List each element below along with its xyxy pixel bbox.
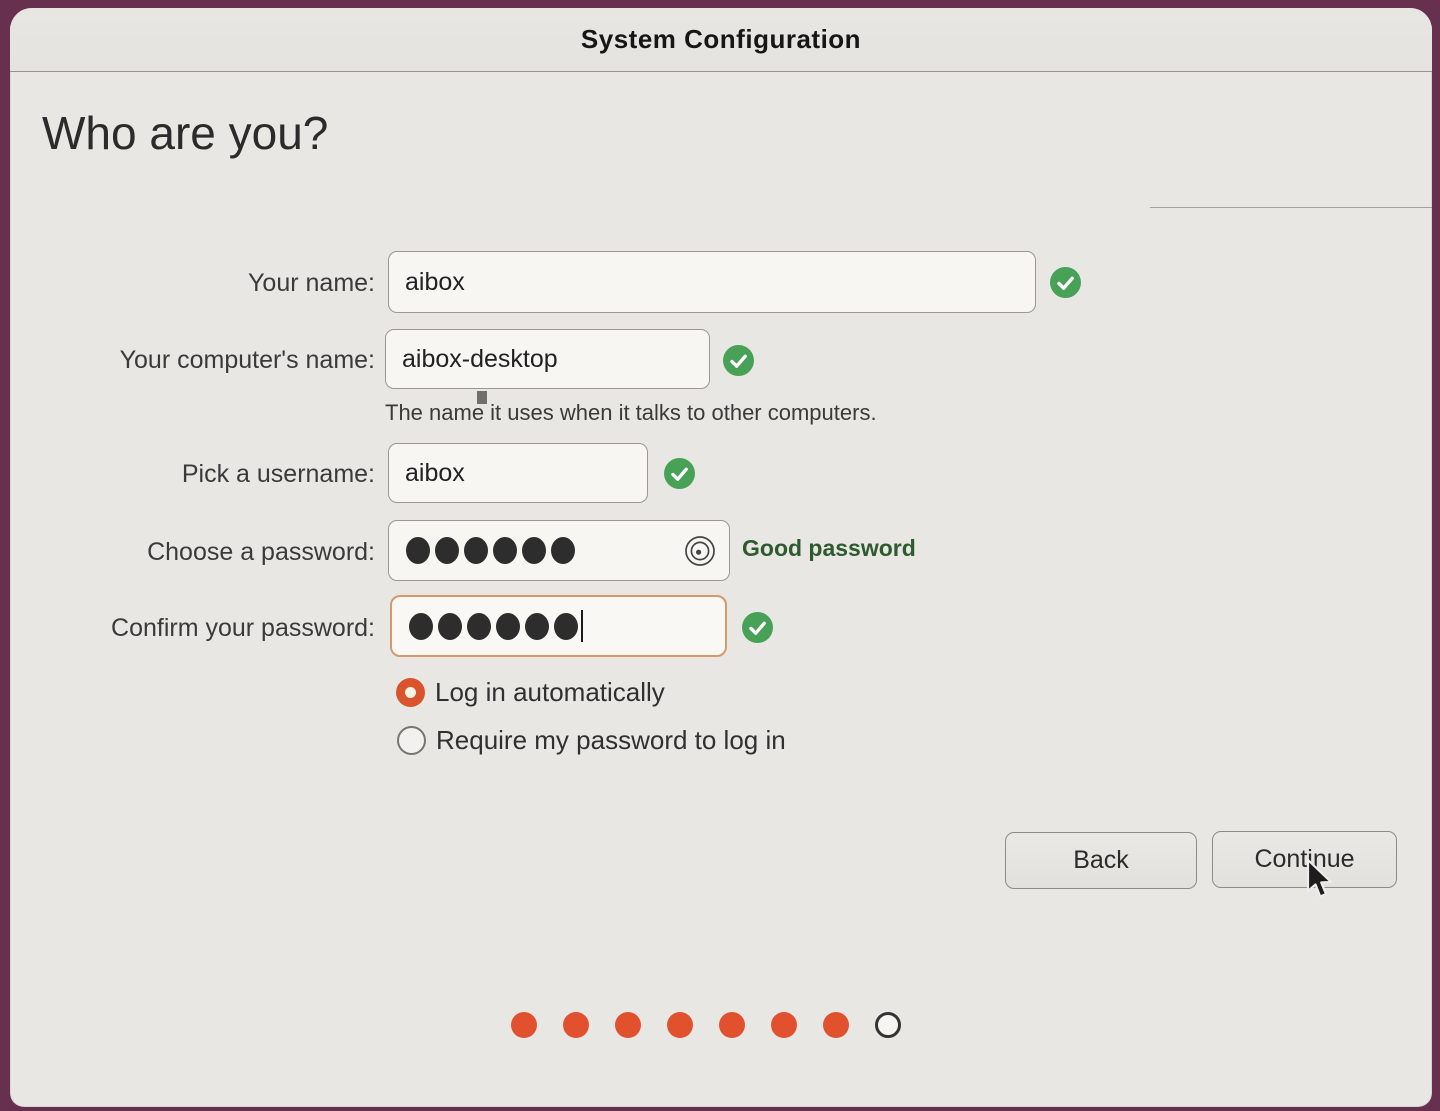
your-name-label: Your name:: [10, 267, 375, 299]
continue-button[interactable]: Continue: [1212, 831, 1397, 888]
password-input[interactable]: [388, 520, 730, 581]
username-valid-check-icon: [664, 458, 695, 489]
progress-dot: [823, 1012, 849, 1038]
text-caret: [581, 610, 583, 642]
login-automatically-option[interactable]: Log in automatically: [396, 677, 665, 708]
computer-name-label: Your computer's name:: [10, 344, 375, 376]
page-title: Who are you?: [42, 106, 328, 160]
radio-unselected-icon[interactable]: [397, 726, 426, 755]
radio-selected-icon[interactable]: [396, 678, 425, 707]
installer-window: System Configuration Who are you? Your n…: [10, 8, 1432, 1107]
progress-dot: [719, 1012, 745, 1038]
confirm-password-dots: [409, 613, 578, 640]
progress-dot: [615, 1012, 641, 1038]
content-pane-divider: [1150, 207, 1432, 208]
progress-dot: [771, 1012, 797, 1038]
username-input[interactable]: [388, 443, 648, 503]
require-password-label: Require my password to log in: [436, 725, 786, 756]
window-title: System Configuration: [581, 24, 861, 55]
computer-name-helper-text: The name it uses when it talks to other …: [385, 400, 877, 426]
your-name-input[interactable]: [388, 251, 1036, 313]
progress-dot: [667, 1012, 693, 1038]
require-password-option[interactable]: Require my password to log in: [397, 725, 786, 756]
login-automatically-label: Log in automatically: [435, 677, 665, 708]
computer-name-input[interactable]: [385, 329, 710, 389]
password-label: Choose a password:: [10, 536, 375, 568]
install-progress-dots: [511, 1012, 901, 1038]
desktop-background: { "window": { "title": "System Configura…: [0, 0, 1440, 1111]
confirm-password-label: Confirm your password:: [10, 612, 375, 644]
back-button[interactable]: Back: [1005, 832, 1197, 889]
password-dots: [406, 537, 575, 564]
password-strength-text: Good password: [742, 535, 916, 562]
progress-dot: [511, 1012, 537, 1038]
progress-dot: [563, 1012, 589, 1038]
reveal-password-icon[interactable]: [683, 534, 717, 568]
window-titlebar: System Configuration: [10, 8, 1432, 72]
username-label: Pick a username:: [10, 458, 375, 490]
your-name-valid-check-icon: [1050, 267, 1081, 298]
confirm-password-valid-check-icon: [742, 612, 773, 643]
computer-name-valid-check-icon: [723, 345, 754, 376]
confirm-password-input[interactable]: [390, 595, 727, 657]
progress-dot: [875, 1012, 901, 1038]
